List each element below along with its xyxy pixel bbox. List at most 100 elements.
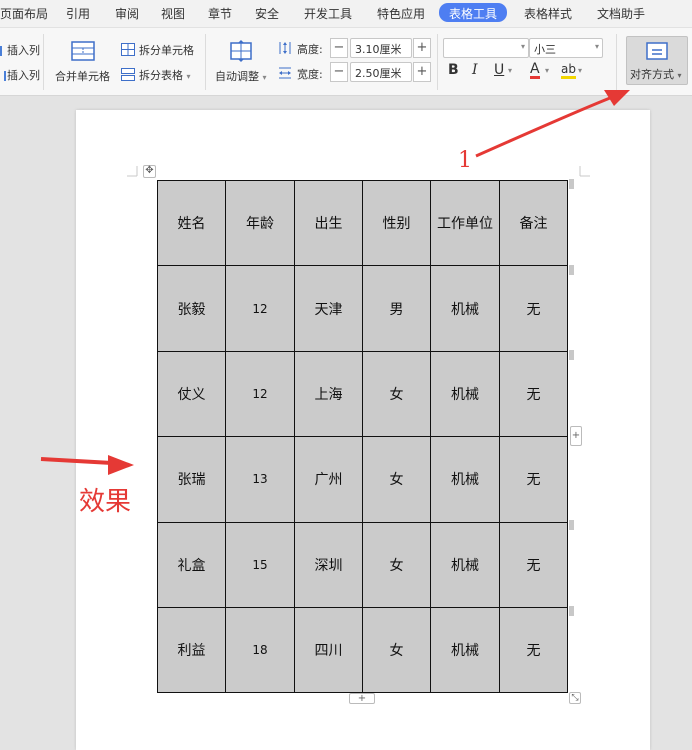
split-table-button[interactable]: 拆分表格 ▾ <box>139 67 191 83</box>
table-cell[interactable]: 无 <box>499 265 568 352</box>
chevron-down-icon[interactable]: ▾ <box>578 66 582 75</box>
row-marker[interactable] <box>569 265 574 275</box>
chevron-down-icon[interactable]: ▾ <box>545 66 549 75</box>
menu-view[interactable]: 视图 <box>161 5 185 22</box>
font-family-select[interactable]: ▾ <box>443 38 529 58</box>
width-decrease-button[interactable]: − <box>330 62 348 82</box>
height-input[interactable]: 3.10厘米 <box>350 38 412 58</box>
font-color-button[interactable]: A <box>530 62 540 79</box>
chevron-down-icon: ▾ <box>520 42 525 51</box>
row-marker[interactable] <box>569 350 574 360</box>
row-marker[interactable] <box>569 179 574 189</box>
menu-review[interactable]: 审阅 <box>115 5 139 22</box>
annotation-step-number: 1 <box>458 148 472 173</box>
table-cell[interactable]: 机械 <box>430 350 500 438</box>
table-cell[interactable]: 广州 <box>294 436 363 523</box>
table-cell[interactable]: 利益 <box>157 606 226 694</box>
table-cell[interactable]: 女 <box>362 350 431 438</box>
auto-fit-button[interactable]: 自动调整 ▾ <box>215 68 267 84</box>
table-cell[interactable]: 四川 <box>294 606 363 694</box>
row-height-icon <box>278 40 292 59</box>
table-cell[interactable]: 女 <box>362 436 431 523</box>
table-cell[interactable]: 年龄 <box>225 179 295 267</box>
table-cell[interactable]: 机械 <box>430 265 500 352</box>
menu-security[interactable]: 安全 <box>255 5 279 22</box>
auto-fit-icon <box>230 40 252 66</box>
width-label: 宽度: <box>297 68 323 81</box>
table-cell[interactable]: 张毅 <box>157 265 226 352</box>
table-row: 礼盒 15 深圳女机械无 <box>157 521 568 608</box>
highlight-button[interactable]: ab <box>561 62 576 79</box>
table-cell[interactable]: 18 <box>225 606 295 694</box>
move-table-icon[interactable]: ✥ <box>143 165 156 178</box>
table-cell[interactable]: 备注 <box>499 179 568 267</box>
col-width-icon <box>278 65 292 84</box>
height-decrease-button[interactable]: − <box>330 38 348 58</box>
table-header-row: 姓名 年龄 出生 性别 工作单位 备注 <box>157 179 568 267</box>
menu-bar: 页面布局 引用 审阅 视图 章节 安全 开发工具 特色应用 表格工具 表格样式 … <box>0 0 692 28</box>
menu-table-style[interactable]: 表格样式 <box>524 5 572 22</box>
insert-col-right-button[interactable]: 插入列 <box>0 67 40 83</box>
table-cell[interactable]: 13 <box>225 436 295 523</box>
table-cell[interactable]: 机械 <box>430 436 500 523</box>
table-cell[interactable]: 深圳 <box>294 521 363 608</box>
table-cell[interactable]: 无 <box>499 350 568 438</box>
height-increase-button[interactable]: + <box>413 38 431 58</box>
table-cell[interactable]: 无 <box>499 521 568 608</box>
row-marker[interactable] <box>569 520 574 530</box>
table-cell[interactable]: 女 <box>362 521 431 608</box>
ribbon-divider <box>43 34 44 90</box>
table-cell[interactable]: 男 <box>362 265 431 352</box>
table-cell[interactable]: 无 <box>499 606 568 694</box>
table-cell[interactable]: 仗义 <box>157 350 226 438</box>
menu-table-tools[interactable]: 表格工具 <box>439 3 508 22</box>
menu-references[interactable]: 引用 <box>66 5 90 22</box>
menu-doc-assistant[interactable]: 文档助手 <box>597 5 645 22</box>
chevron-down-icon: ▾ <box>262 73 267 82</box>
table-cell[interactable]: 15 <box>225 521 295 608</box>
table-cell[interactable]: 姓名 <box>157 179 226 267</box>
bold-button[interactable]: B <box>448 62 459 78</box>
split-cells-button[interactable]: 拆分单元格 <box>139 42 194 58</box>
insert-col-left-icon <box>0 46 6 56</box>
table-cell[interactable]: 无 <box>499 436 568 523</box>
menu-chapter[interactable]: 章节 <box>208 5 232 22</box>
table-cell[interactable]: 张瑞 <box>157 436 226 523</box>
table-cell[interactable]: 上海 <box>294 350 363 438</box>
table-cell[interactable]: 工作单位 <box>430 179 500 267</box>
insert-col-left-button[interactable]: 插入列 <box>0 42 40 58</box>
table-cell[interactable]: 礼盒 <box>157 521 226 608</box>
data-table: 姓名 年龄 出生 性别 工作单位 备注 张毅 12 天津男机械无仗义 12 上海女机械无张瑞 13 广州… <box>157 179 568 694</box>
merge-cells-button[interactable]: 合并单元格 <box>55 68 110 84</box>
table-cell[interactable]: 12 <box>225 265 295 352</box>
table-cell[interactable]: 天津 <box>294 265 363 352</box>
table-cell[interactable]: 性别 <box>362 179 431 267</box>
table-cell[interactable]: 机械 <box>430 521 500 608</box>
width-increase-button[interactable]: + <box>413 62 431 82</box>
italic-button[interactable]: I <box>472 62 478 78</box>
add-row-icon[interactable]: + <box>349 693 375 704</box>
font-size-select[interactable]: 小三 ▾ <box>529 38 603 58</box>
resize-table-icon[interactable]: ⤡ <box>569 692 581 704</box>
annotation-effect-label: 效果 <box>79 487 132 517</box>
width-input[interactable]: 2.50厘米 <box>350 62 412 82</box>
menu-dev-tools[interactable]: 开发工具 <box>304 5 352 22</box>
underline-button[interactable]: U <box>494 62 504 78</box>
table-cell[interactable]: 机械 <box>430 606 500 694</box>
menu-features[interactable]: 特色应用 <box>377 5 425 22</box>
menu-page-layout[interactable]: 页面布局 <box>0 5 48 22</box>
table-cell[interactable]: 出生 <box>294 179 363 267</box>
chevron-down-icon: ▾ <box>186 72 191 81</box>
chevron-down-icon: ▾ <box>677 71 682 80</box>
table-row: 利益 18 四川女机械无 <box>157 606 568 694</box>
align-button[interactable]: 对齐方式 ▾ <box>626 36 688 85</box>
chevron-down-icon[interactable]: ▾ <box>508 66 512 75</box>
ribbon-divider <box>616 34 617 90</box>
table-cell[interactable]: 12 <box>225 350 295 438</box>
split-table-icon <box>121 66 135 85</box>
add-col-icon[interactable]: + <box>570 426 582 446</box>
split-cells-icon <box>121 41 135 60</box>
table-cell[interactable]: 女 <box>362 606 431 694</box>
row-marker[interactable] <box>569 606 574 616</box>
table-row: 张瑞 13 广州女机械无 <box>157 436 568 523</box>
